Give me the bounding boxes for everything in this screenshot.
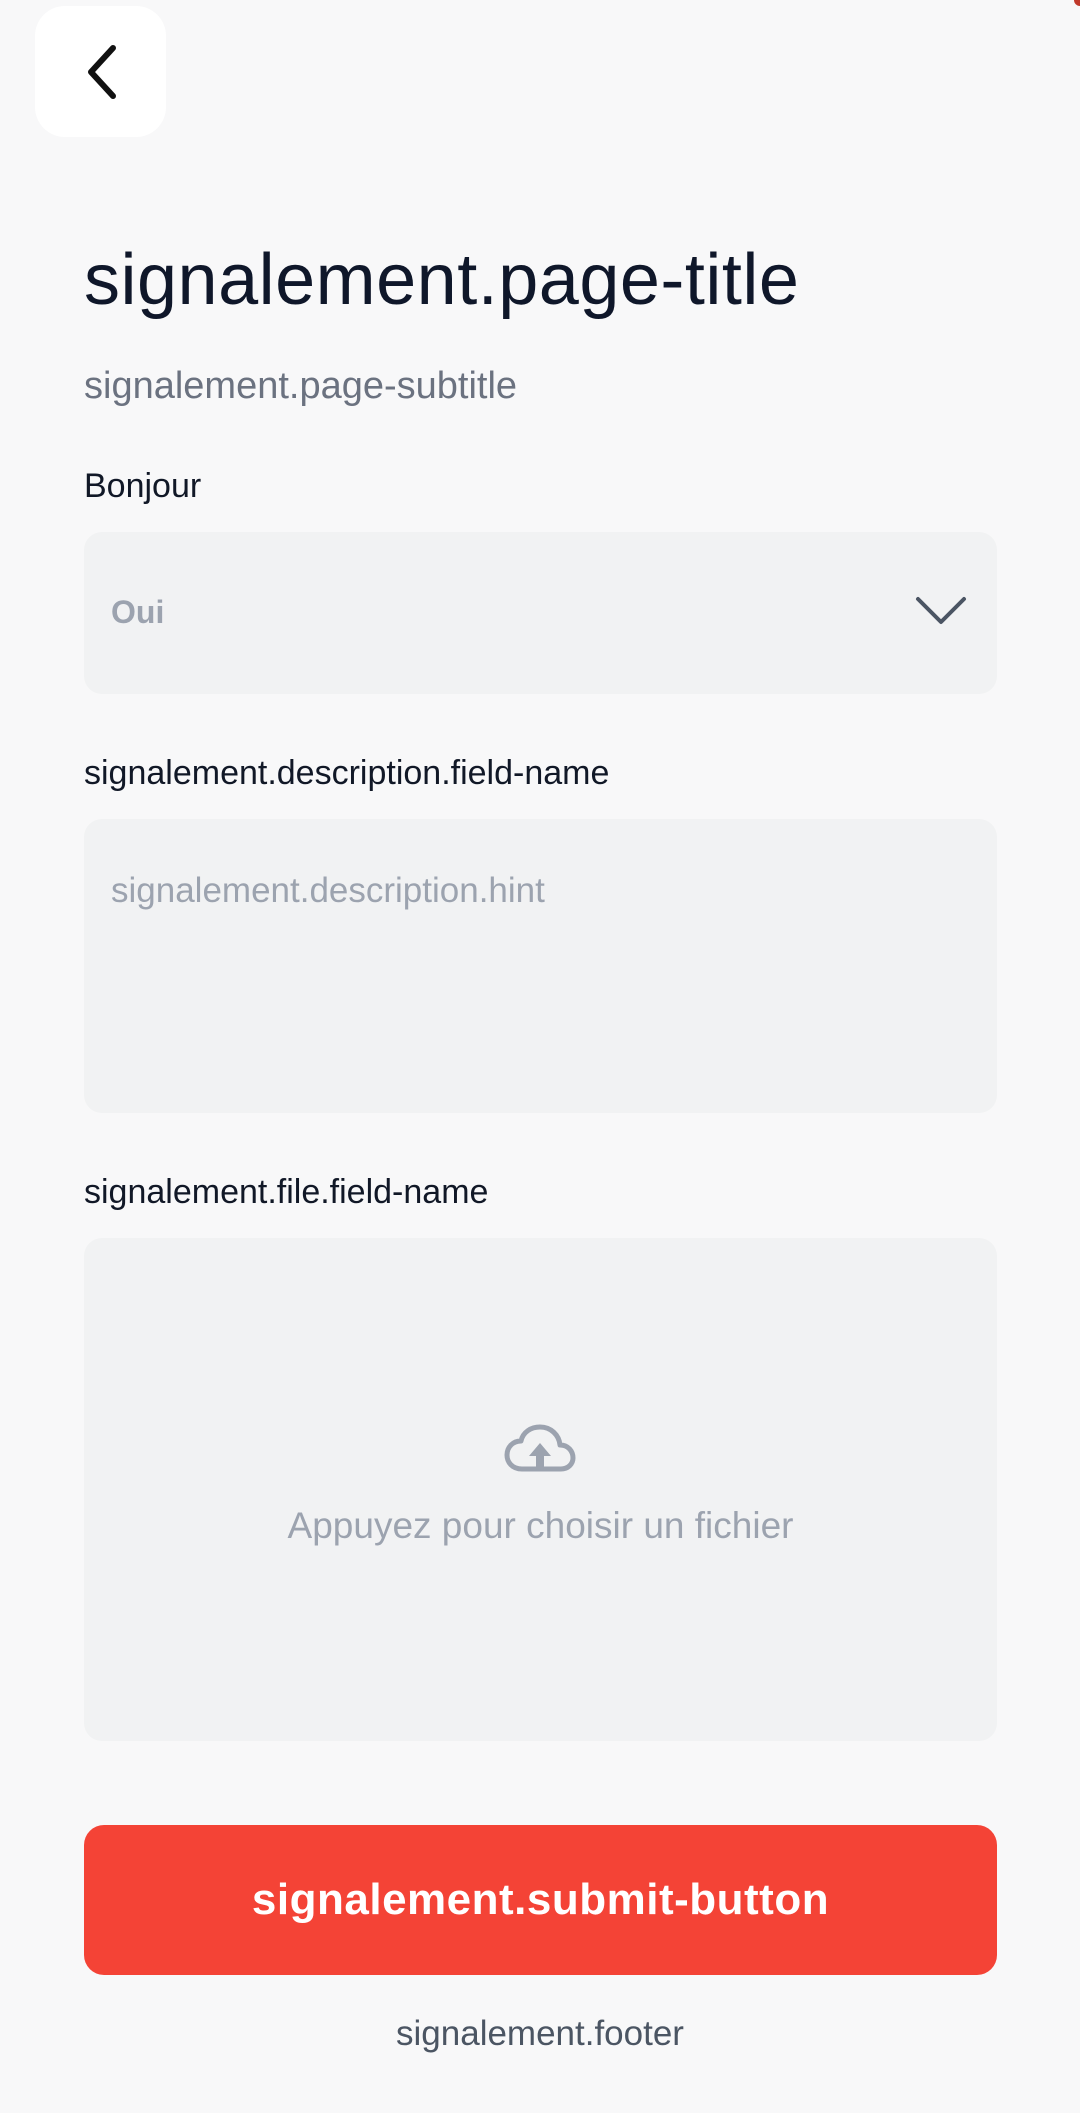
- description-input[interactable]: signalement.description.hint: [84, 819, 997, 1113]
- page-title: signalement.page-title: [84, 240, 800, 320]
- file-upload-zone[interactable]: Appuyez pour choisir un fichier: [84, 1238, 997, 1741]
- chevron-left-icon: [87, 44, 116, 99]
- submit-button[interactable]: signalement.submit-button: [84, 1825, 997, 1975]
- answer-select[interactable]: Oui: [84, 532, 997, 694]
- select-field-label: Bonjour: [84, 467, 202, 505]
- chevron-down-icon: [916, 597, 966, 624]
- select-value: Oui: [111, 594, 165, 630]
- file-field-label: signalement.file.field-name: [84, 1173, 489, 1211]
- back-button[interactable]: [35, 6, 166, 137]
- corner-accent: [1074, 0, 1080, 6]
- upload-prompt: Appuyez pour choisir un fichier: [287, 1505, 794, 1546]
- submit-button-label: signalement.submit-button: [251, 1875, 830, 1924]
- page-subtitle: signalement.page-subtitle: [84, 365, 518, 407]
- description-field-label: signalement.description.field-name: [84, 754, 610, 792]
- description-placeholder: signalement.description.hint: [111, 871, 545, 910]
- cloud-upload-icon: [504, 1424, 576, 1472]
- footer-text: signalement.footer: [396, 2014, 684, 2053]
